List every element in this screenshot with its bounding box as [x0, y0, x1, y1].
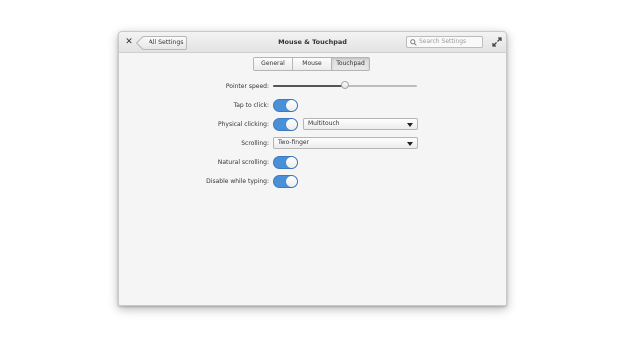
search-input[interactable] — [419, 37, 481, 47]
dropdown-value: Two-finger — [278, 139, 310, 146]
tab-general[interactable]: General — [254, 58, 293, 70]
switch-knob — [286, 157, 297, 168]
mode-tabs: General Mouse Touchpad — [253, 57, 370, 71]
disable-while-typing-label: Disable while typing: — [206, 178, 269, 185]
physical-clicking-dropdown[interactable]: Multitouch — [303, 118, 418, 130]
switch-knob — [286, 176, 297, 187]
pointer-speed-label: Pointer speed: — [225, 83, 269, 90]
slider-handle[interactable] — [341, 81, 349, 89]
dropdown-value: Multitouch — [308, 120, 340, 127]
natural-scrolling-label: Natural scrolling: — [217, 159, 269, 166]
tab-mouse[interactable]: Mouse — [293, 58, 332, 70]
physical-clicking-label: Physical clicking: — [217, 121, 269, 128]
switch-knob — [286, 100, 297, 111]
settings-window: ✕ All Settings Mouse & Touchpad General … — [118, 31, 507, 306]
physical-clicking-switch[interactable] — [273, 118, 298, 131]
maximize-icon[interactable] — [492, 37, 502, 47]
chevron-down-icon — [407, 142, 413, 146]
titlebar: ✕ All Settings Mouse & Touchpad — [119, 32, 506, 53]
scrolling-label: Scrolling: — [241, 140, 269, 147]
scrolling-dropdown[interactable]: Two-finger — [273, 137, 418, 149]
tap-to-click-label: Tap to click: — [233, 102, 269, 109]
slider-fill — [273, 85, 345, 87]
pointer-speed-slider[interactable] — [273, 81, 417, 89]
tab-touchpad[interactable]: Touchpad — [332, 58, 369, 70]
search-field[interactable] — [406, 36, 483, 48]
chevron-down-icon — [407, 123, 413, 127]
search-icon — [410, 39, 417, 46]
disable-while-typing-switch[interactable] — [273, 175, 298, 188]
switch-knob — [286, 119, 297, 130]
natural-scrolling-switch[interactable] — [273, 156, 298, 169]
tap-to-click-switch[interactable] — [273, 99, 298, 112]
